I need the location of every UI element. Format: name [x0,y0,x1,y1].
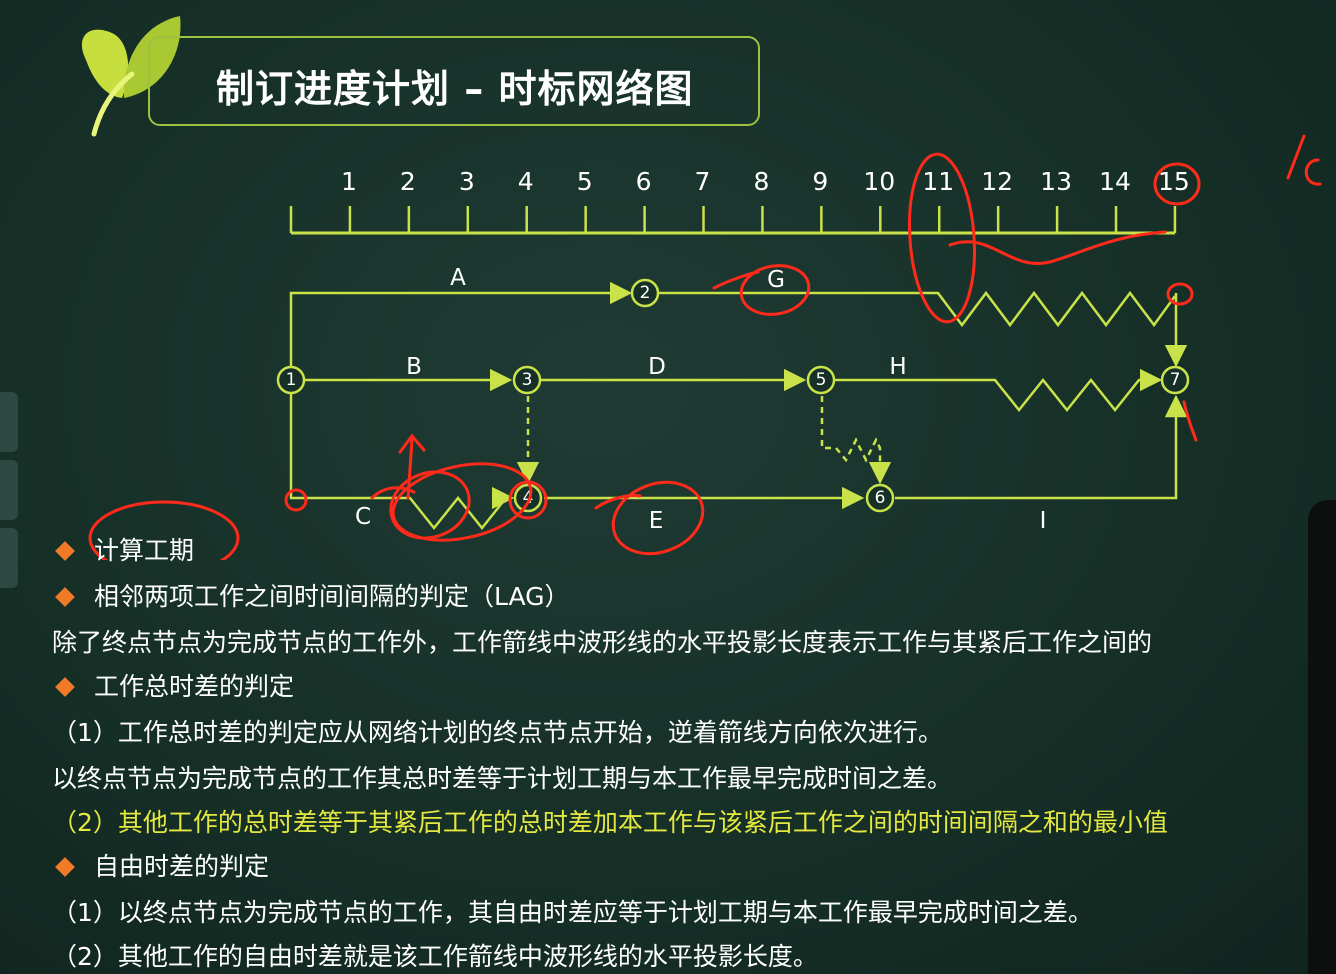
activity-a-arrow [289,281,633,369]
time-scale-label: 5 [577,167,593,196]
time-scale-label: 12 [981,167,1013,196]
activity-label-b: B [406,354,422,380]
activity-label-g: G [767,267,785,293]
activity-label-h: H [889,354,906,380]
time-scale-label: 4 [518,167,534,196]
activity-c-arrow [289,394,515,531]
svg-text:2: 2 [640,283,651,303]
text-line-7: 自由时差的判定 [52,850,1306,884]
time-scale-label: 2 [400,167,416,196]
bullet-icon [55,676,75,697]
side-tab-3[interactable] [0,528,18,588]
side-tab-2[interactable] [0,460,18,520]
activity-label-e: E [649,508,664,534]
text-line-5: 以终点节点为完成节点的工作其总时差等于计划工期与本工作最早完成时间之差。 [52,764,953,793]
text-line-1: 相邻两项工作之间时间间隔的判定（LAG） [52,580,1306,614]
bullet-icon [55,540,75,561]
side-tab-1[interactable] [0,392,18,452]
node-5: 5 [806,365,836,395]
activity-label-a: A [450,265,466,291]
text-line-3: 工作总时差的判定 [52,670,1306,704]
text-line-0: 计算工期 [52,534,1306,568]
time-scale-label: 11 [922,167,954,196]
time-scale-label: 6 [636,167,652,196]
text-line-2: 除了终点节点为完成节点的工作外，工作箭线中波形线的水平投影长度表示工作与其紧后工… [52,628,1153,657]
activity-label-i: I [1040,508,1047,534]
svg-text:1: 1 [286,370,297,390]
time-scale-label: 7 [695,167,711,196]
svg-text:6: 6 [875,488,886,508]
svg-text:5: 5 [816,370,827,390]
bullet-icon [55,586,75,607]
time-scaled-network-diagram: 1 2 3 4 5 6 7 8 9 10 11 12 13 14 15 1 2 3 4 5 6 7 A G [88,152,1201,560]
svg-text:7: 7 [1170,370,1181,390]
activity-label-d: D [648,354,666,380]
activity-i-arrow [895,394,1188,500]
text-line-8: （1）以终点节点为完成节点的工作，其自由时差应等于计划工期与本工作最早完成时间之… [52,898,1093,927]
time-scale: 1 2 3 4 5 6 7 8 9 10 11 12 13 14 15 [289,167,1190,235]
text-line-9: （2）其他工作的自由时差就是该工作箭线中波形线的水平投影长度。 [52,942,818,971]
time-scale-label: 1 [341,167,357,196]
node-7: 7 [1160,365,1190,395]
dummy-5-6-arrow [820,396,892,485]
time-scale-label: 3 [459,167,475,196]
activity-g-arrow [659,290,1177,328]
node-4: 4 [513,483,543,513]
time-scale-label: 15 [1158,167,1190,196]
node-2: 2 [630,278,660,308]
time-scale-label: 14 [1099,167,1131,196]
time-scale-label: 10 [863,167,895,196]
text-line-4: （1）工作总时差的判定应从网络计划的终点节点开始，逆着箭线方向依次进行。 [52,718,943,747]
time-scale-label: 13 [1040,167,1072,196]
time-scale-label: 9 [812,167,828,196]
presenter-silhouette [1308,500,1336,974]
activity-h-arrow [835,368,1163,413]
node-6: 6 [865,483,895,513]
node-1: 1 [276,365,306,395]
activity-label-c: C [355,504,371,530]
edge-ink-mark [1286,134,1322,186]
node-3: 3 [512,365,542,395]
time-scale-label: 8 [753,167,769,196]
bullet-icon [55,856,75,877]
arrows [289,281,1188,531]
text-line-6: （2）其他工作的总时差等于其紧后工作的总时差加本工作与该紧后工作之间的时间间隔之… [52,808,1168,837]
svg-text:3: 3 [522,370,533,390]
